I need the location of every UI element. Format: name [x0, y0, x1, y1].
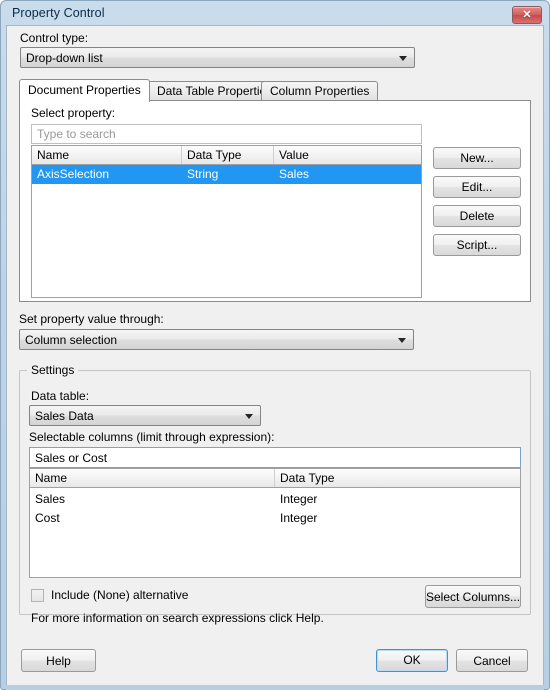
tab-column-properties[interactable]: Column Properties [261, 81, 379, 101]
search-input[interactable]: Type to search [31, 124, 422, 144]
cancel-button[interactable]: Cancel [456, 649, 528, 672]
close-button[interactable]: ✕ [512, 6, 542, 24]
cell-data-type: Integer [280, 492, 318, 506]
tab-label: Column Properties [270, 84, 370, 98]
cell-value: Sales [279, 167, 310, 181]
table-row[interactable]: Cost Integer [30, 509, 520, 528]
column-header-data-type[interactable]: Data Type [182, 146, 274, 164]
include-none-checkbox[interactable] [31, 589, 44, 602]
cell-name: Cost [35, 511, 60, 525]
select-property-label: Select property: [31, 106, 116, 120]
data-table-label: Data table: [31, 389, 90, 403]
selectable-columns-label: Selectable columns (limit through expres… [29, 430, 275, 444]
control-type-value: Drop-down list [26, 51, 103, 65]
control-type-combo[interactable]: Drop-down list [20, 47, 415, 68]
expression-value: Sales or Cost [35, 451, 108, 465]
tab-document-properties[interactable]: Document Properties [19, 79, 150, 102]
close-icon: ✕ [522, 9, 532, 21]
grid-header-row: Name Data Type Value [32, 146, 421, 165]
include-none-label: Include (None) alternative [51, 588, 189, 602]
search-placeholder: Type to search [37, 127, 116, 141]
table-row[interactable]: AxisSelection String Sales [32, 165, 421, 184]
window-bottom-edge [6, 685, 544, 690]
column-header-data-type[interactable]: Data Type [275, 469, 520, 487]
ok-button[interactable]: OK [376, 649, 448, 672]
set-value-through-label: Set property value through: [19, 312, 164, 326]
chevron-down-icon [399, 55, 407, 61]
script-button[interactable]: Script... [433, 234, 521, 256]
cell-data-type: Integer [280, 511, 318, 525]
column-header-name[interactable]: Name [32, 146, 182, 164]
tab-label: Data Table Properties [157, 84, 273, 98]
column-header-value[interactable]: Value [274, 146, 423, 164]
column-header-name[interactable]: Name [30, 469, 275, 487]
set-value-through-value: Column selection [25, 333, 118, 347]
grid-header-row: Name Data Type [30, 469, 520, 488]
properties-grid[interactable]: Name Data Type Value AxisSelection Strin… [31, 145, 422, 298]
expression-input[interactable]: Sales or Cost [29, 447, 521, 468]
help-button[interactable]: Help [21, 649, 96, 672]
chevron-down-icon [245, 413, 253, 419]
settings-legend: Settings [27, 363, 79, 377]
cell-data-type: String [187, 167, 219, 181]
cell-name: Sales [35, 492, 66, 506]
new-button[interactable]: New... [433, 147, 521, 169]
set-value-through-combo[interactable]: Column selection [19, 329, 414, 350]
edit-button[interactable]: Edit... [433, 176, 521, 198]
control-type-label: Control type: [20, 31, 89, 45]
tab-label: Document Properties [28, 83, 141, 97]
data-table-value: Sales Data [35, 409, 94, 423]
tab-panel-document-properties: Select property: Type to search Name Dat… [19, 100, 531, 302]
table-row[interactable]: Sales Integer [30, 490, 520, 509]
delete-button[interactable]: Delete [433, 205, 521, 227]
selectable-columns-grid[interactable]: Name Data Type Sales Integer Cost Intege… [29, 468, 521, 578]
data-table-combo[interactable]: Sales Data [29, 405, 261, 426]
help-note: For more information on search expressio… [31, 611, 324, 625]
window-title: Property Control [12, 6, 105, 20]
chevron-down-icon [398, 337, 406, 343]
dialog-window: Property Control ✕ Control type: Drop-do… [0, 0, 550, 690]
select-columns-button[interactable]: Select Columns... [425, 585, 521, 608]
cell-name: AxisSelection [37, 167, 110, 181]
title-bar: Property Control ✕ [1, 1, 549, 28]
